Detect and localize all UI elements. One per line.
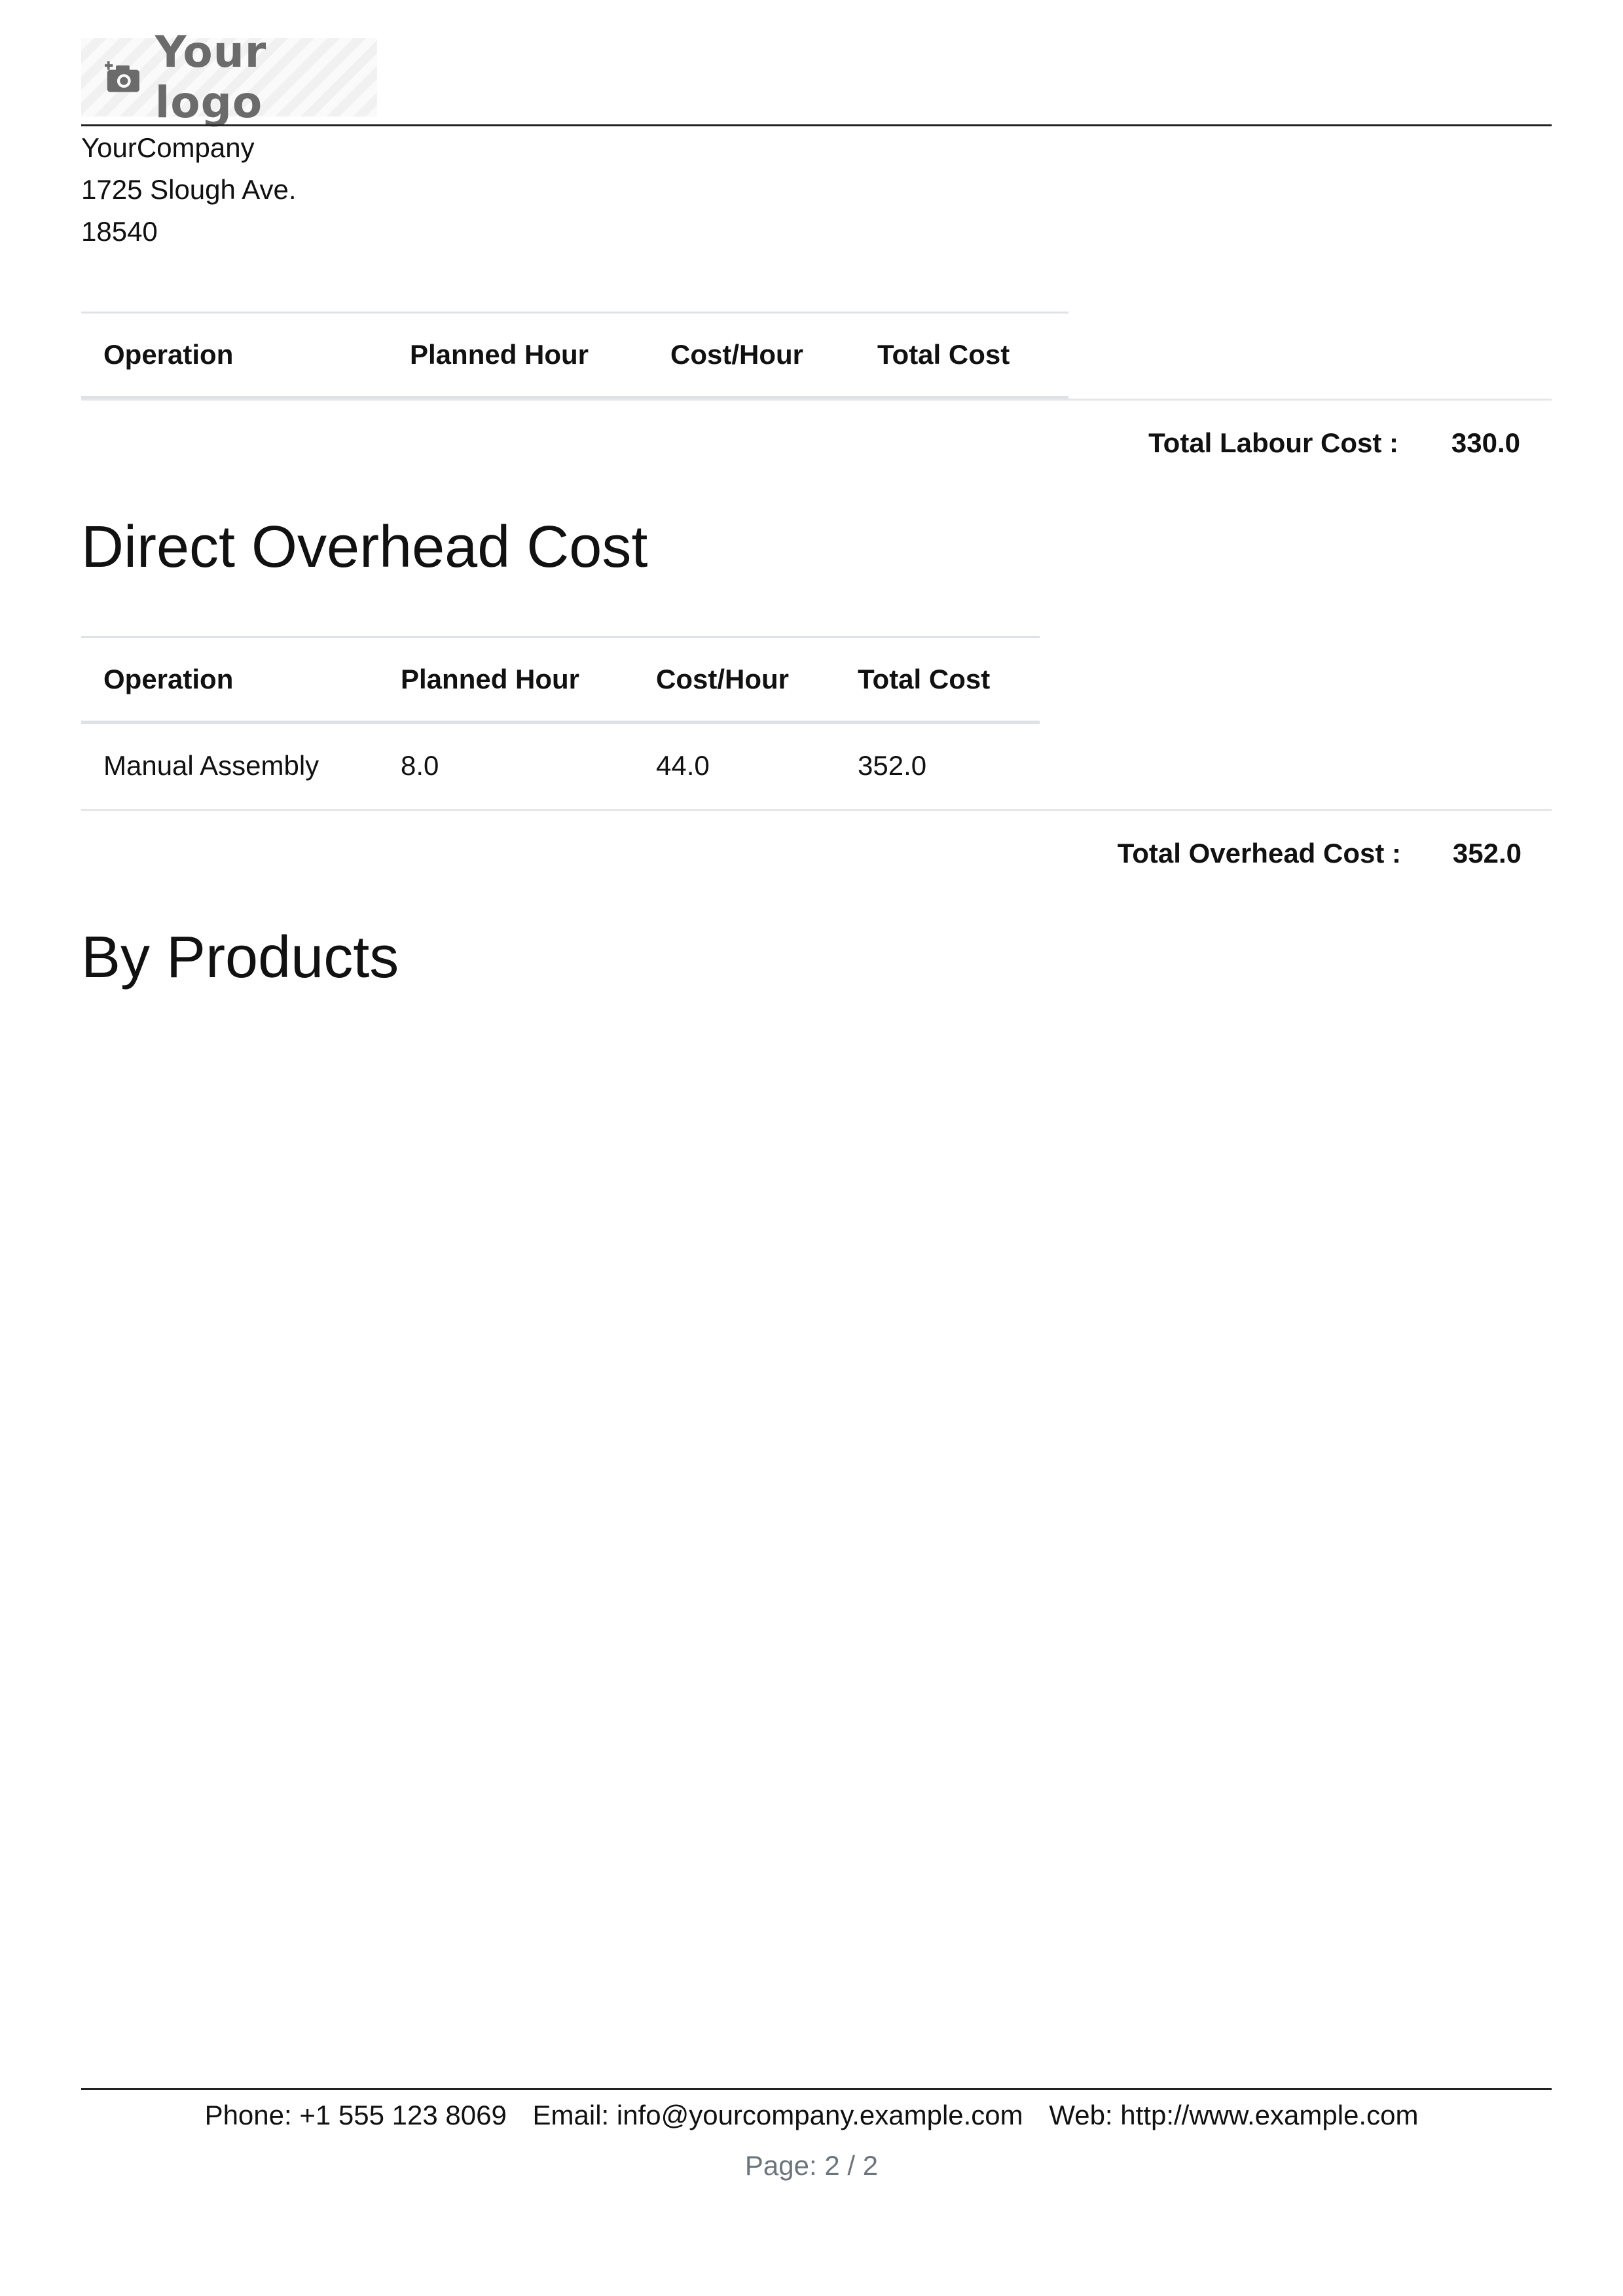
footer-email: Email: info@yourcompany.example.com: [532, 2100, 1023, 2130]
overhead-total-label: Total Overhead Cost :: [1117, 838, 1401, 869]
column-header-cost-hour: Cost/Hour: [656, 664, 789, 694]
overhead-total-divider: [81, 809, 1552, 811]
footer-web: Web: http://www.example.com: [1049, 2100, 1419, 2130]
labour-cost-table: Operation Planned Hour Cost/Hour Total C…: [81, 312, 1068, 399]
cell-cost-hour: 44.0: [656, 749, 710, 781]
overhead-section-title: Direct Overhead Cost: [81, 514, 648, 580]
overhead-total-value: 352.0: [1452, 838, 1522, 869]
column-header-cost-hour: Cost/Hour: [670, 339, 803, 370]
table-header-row: Operation Planned Hour Cost/Hour Total C…: [81, 312, 1068, 398]
byproducts-section-title: By Products: [81, 925, 399, 990]
labour-total-label: Total Labour Cost :: [1148, 427, 1398, 458]
company-zip: 18540: [81, 216, 158, 247]
camera-icon: [105, 61, 139, 92]
header-divider: [81, 124, 1552, 126]
cell-planned-hour: 8.0: [401, 749, 439, 781]
column-header-total-cost: Total Cost: [858, 664, 991, 694]
column-header-planned-hour: Planned Hour: [410, 339, 589, 370]
column-header-total-cost: Total Cost: [877, 339, 1010, 370]
company-logo: Your logo: [81, 27, 377, 128]
cell-operation: Manual Assembly: [103, 749, 319, 781]
footer-divider: [81, 2088, 1552, 2090]
page-number: Page: 2 / 2: [744, 2150, 879, 2181]
company-street: 1725 Slough Ave.: [81, 174, 297, 205]
column-header-operation: Operation: [103, 339, 234, 370]
column-header-planned-hour: Planned Hour: [401, 664, 580, 694]
logo-text: Your logo: [155, 27, 267, 128]
company-name: YourCompany: [81, 132, 255, 163]
cell-total-cost: 352.0: [858, 749, 927, 781]
footer-contact: Phone: +1 555 123 8069 Email: info@yourc…: [0, 2100, 1623, 2131]
overhead-cost-table: Operation Planned Hour Cost/Hour Total C…: [81, 636, 1040, 808]
table-row: Manual Assembly 8.0 44.0 352.0: [81, 723, 1040, 808]
labour-total-divider: [81, 399, 1552, 401]
table-header-row: Operation Planned Hour Cost/Hour Total C…: [81, 637, 1040, 723]
footer-phone: Phone: +1 555 123 8069: [204, 2100, 507, 2130]
column-header-operation: Operation: [103, 664, 234, 694]
labour-total-value: 330.0: [1451, 427, 1520, 458]
